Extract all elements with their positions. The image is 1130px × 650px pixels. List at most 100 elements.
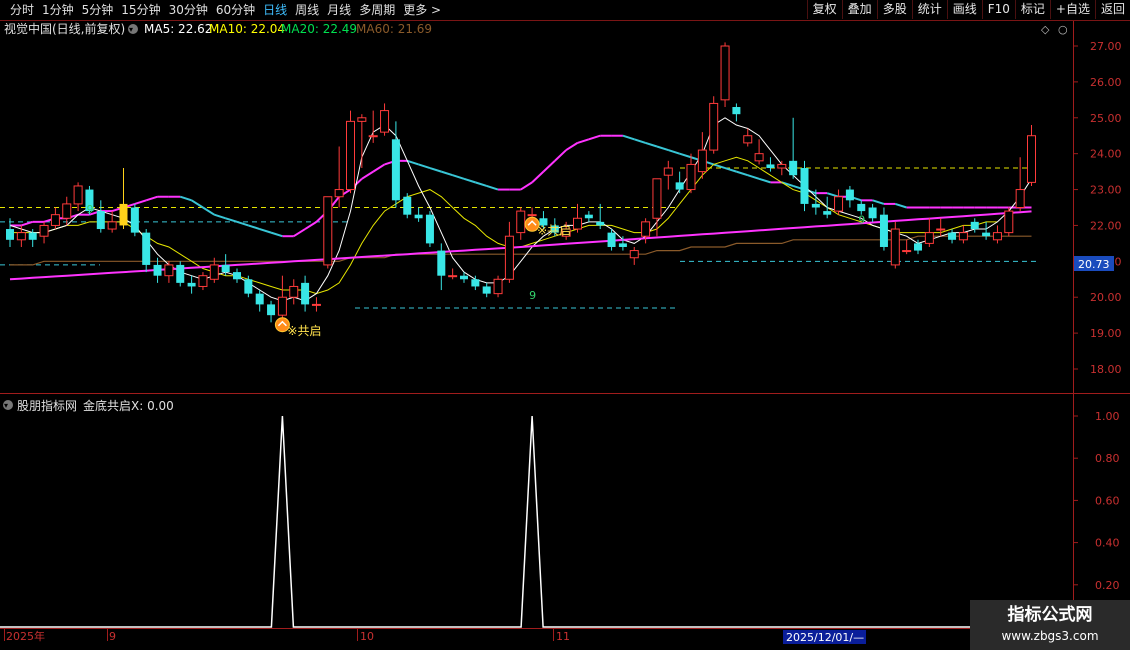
candle-body <box>890 228 900 266</box>
candle-body <box>289 285 299 298</box>
ma60-label: MA60: 21.69 <box>356 22 432 36</box>
candle-body <box>629 250 639 259</box>
candle-body <box>176 264 185 283</box>
candle-body <box>448 275 458 278</box>
ma20-segment <box>520 181 533 191</box>
xlabel-nov: 11 <box>556 630 570 643</box>
ma20-segment <box>236 220 249 227</box>
candle-body <box>482 286 491 294</box>
ma20-segment <box>667 149 680 155</box>
ma20-segment <box>486 185 499 191</box>
candle-body <box>709 102 719 151</box>
candle-body <box>164 264 174 277</box>
candle-body <box>414 214 423 219</box>
ma20-segment <box>542 160 556 173</box>
candle-body <box>1015 189 1025 209</box>
ma20-segment <box>894 202 907 209</box>
ma20-segment <box>826 192 839 198</box>
time-axis: 2025年 9 10 11 2025/12/01/— <box>4 629 866 644</box>
ma20-segment <box>418 163 431 169</box>
ma20-segment <box>372 163 386 173</box>
candlesticks <box>6 42 1036 323</box>
ma20-segment <box>225 217 238 223</box>
candle-body <box>675 182 684 190</box>
candle-body <box>992 232 1002 241</box>
xlabel-oct: 10 <box>360 630 374 643</box>
candle-body <box>425 214 434 244</box>
candle-body <box>845 189 854 201</box>
circle-icon[interactable]: ○ <box>1058 23 1068 36</box>
ma20-segment <box>440 170 453 177</box>
indicator-title: 股朋指标网 <box>17 398 77 413</box>
candle-body <box>368 135 378 138</box>
candle-body <box>96 211 105 230</box>
ytick-label: 20.00 <box>1090 291 1122 304</box>
candle-body <box>119 203 128 226</box>
candle-body <box>153 264 162 276</box>
candle-body <box>641 221 651 237</box>
ma20-segment <box>179 195 192 202</box>
candle-body <box>437 250 446 276</box>
date-cursor-label: 2025/12/01/— <box>786 631 864 644</box>
ma20-segment <box>213 213 226 220</box>
ytick-label: 22.00 <box>1090 219 1122 232</box>
ma20-segment <box>758 177 771 184</box>
indicator-line <box>0 415 1073 628</box>
candle-body <box>403 196 412 215</box>
ma20-segment <box>554 149 567 162</box>
candle-body <box>652 178 662 219</box>
candle-body <box>970 221 979 230</box>
indicator-value: 金底共启X: 0.00 <box>83 398 174 413</box>
ma20-segment <box>633 138 646 144</box>
candle-body <box>789 160 798 176</box>
ma20-segment <box>361 170 374 180</box>
ma20-segment <box>656 145 669 152</box>
candle-body <box>6 229 14 240</box>
ytick-label: 25.00 <box>1090 112 1122 125</box>
candle-body <box>902 250 912 253</box>
kline-chart[interactable]: 视觉中国(日线,前复权) ▾ MA5: 22.62 MA10: 22.04 MA… <box>0 0 1130 650</box>
candle-body <box>142 232 151 265</box>
ma20-segment <box>293 228 306 238</box>
candle-body <box>1004 210 1014 234</box>
ma20-segment <box>713 163 726 169</box>
watermark: 指标公式网 www.zbgs3.com <box>970 600 1130 650</box>
td-count-label: 9 <box>529 289 536 302</box>
candle-body <box>277 296 287 316</box>
candle-body <box>391 139 400 201</box>
ma20-segment <box>622 134 635 141</box>
candle-body <box>130 207 139 233</box>
candle-body <box>584 214 593 219</box>
stock-title: 视觉中国(日线,前复权) <box>4 21 125 36</box>
ind-tick-label: 0.60 <box>1095 494 1120 507</box>
candle-body <box>504 235 514 280</box>
candle-body <box>732 107 741 115</box>
candle-body <box>267 304 276 316</box>
ma20-segment <box>679 152 692 159</box>
ytick-label: 18.00 <box>1090 363 1122 376</box>
ma20-segment <box>475 181 488 187</box>
ma20-segment <box>145 195 158 202</box>
candle-body <box>62 203 72 219</box>
ind-tick-label: 1.00 <box>1095 410 1120 423</box>
candle-body <box>187 282 196 287</box>
signal-label: ※共启 <box>287 324 321 338</box>
candle-body <box>311 303 321 306</box>
signal-label: ※共启 <box>537 223 571 237</box>
ind-tick-label: 0.20 <box>1095 579 1120 592</box>
ma20-segment <box>452 174 465 180</box>
candle-body <box>777 163 787 169</box>
candle-body <box>527 214 537 217</box>
settings-chevron-icon: ▾ <box>129 25 133 34</box>
candle-body <box>471 279 480 287</box>
candle-body <box>720 45 730 101</box>
candle-body <box>879 214 888 247</box>
diamond-icon[interactable]: ◇ <box>1041 23 1050 36</box>
candle-body <box>39 224 49 237</box>
td-count-label: 9 <box>86 203 93 216</box>
ma20-segment <box>202 206 215 216</box>
ind-tick-label: 0.40 <box>1095 537 1120 550</box>
ma20-segment <box>270 231 283 238</box>
candle-body <box>380 110 390 133</box>
last-price-label: 20.73 <box>1078 258 1110 271</box>
